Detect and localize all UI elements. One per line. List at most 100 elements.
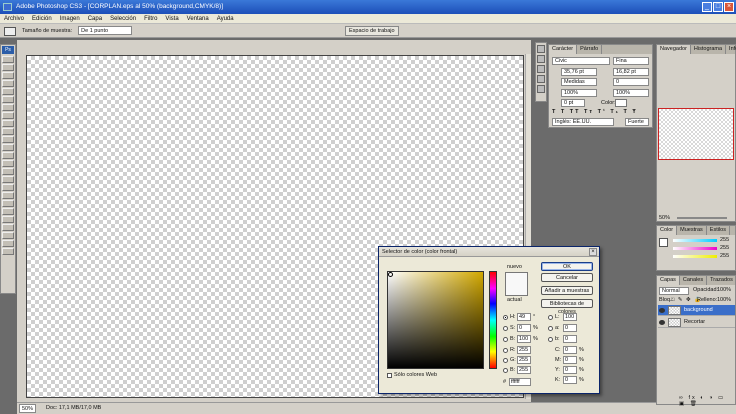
font-size-field[interactable]: 35,76 pt: [561, 68, 597, 76]
visibility-eye-icon[interactable]: [659, 320, 665, 325]
navigator-zoom[interactable]: 50%: [659, 215, 670, 221]
move-tool-icon[interactable]: [2, 56, 14, 63]
slice-tool-icon[interactable]: [2, 96, 14, 103]
zoom-field[interactable]: 50%: [19, 404, 37, 413]
g-field[interactable]: 255: [517, 356, 531, 364]
radio-l[interactable]: [548, 315, 553, 320]
zoom-tool-icon[interactable]: [2, 224, 14, 231]
leading-field[interactable]: 16,82 pt: [613, 68, 649, 76]
maximize-button[interactable]: □: [713, 2, 723, 12]
radio-blue[interactable]: [503, 368, 508, 373]
menu-edicion[interactable]: Edición: [32, 16, 52, 22]
menu-seleccion[interactable]: Selección: [110, 16, 136, 22]
tab-capas[interactable]: Capas: [657, 276, 680, 285]
baseline-shift-field[interactable]: 0 pt: [561, 99, 585, 107]
vertical-scale-field[interactable]: 100%: [561, 89, 597, 97]
menu-archivo[interactable]: Archivo: [4, 16, 24, 22]
radio-b[interactable]: [503, 337, 508, 342]
healing-brush-tool-icon[interactable]: [2, 104, 14, 111]
radio-s[interactable]: [503, 326, 508, 331]
navigator-zoom-slider[interactable]: [677, 217, 727, 219]
cyan-slider[interactable]: [673, 239, 717, 242]
color-libraries-button[interactable]: Bibliotecas de colores: [541, 299, 593, 315]
character-icon[interactable]: [537, 75, 545, 83]
tab-trazados[interactable]: Trazados: [707, 276, 736, 285]
tab-info[interactable]: Info: [726, 45, 736, 54]
blend-mode-select[interactable]: Normal: [659, 287, 689, 295]
layer-row-recortar[interactable]: Recortar: [658, 317, 735, 328]
screen-mode-icon[interactable]: [2, 248, 14, 255]
tab-navegador[interactable]: Navegador: [657, 45, 691, 54]
quick-mask-icon[interactable]: [2, 240, 14, 247]
eyedropper-tool-icon[interactable]: [4, 27, 16, 36]
dialog-close-icon[interactable]: ×: [589, 248, 597, 256]
menu-ayuda[interactable]: Ayuda: [217, 16, 234, 22]
tracking-field[interactable]: 0: [613, 78, 649, 86]
menu-capa[interactable]: Capa: [88, 16, 102, 22]
tab-canales[interactable]: Canales: [680, 276, 708, 285]
blue-field[interactable]: 255: [517, 366, 531, 374]
text-color-swatch[interactable]: [615, 99, 627, 107]
fill-value[interactable]: 100%: [717, 297, 731, 303]
menu-vista[interactable]: Vista: [165, 16, 178, 22]
notes-tool-icon[interactable]: [2, 200, 14, 207]
k-field[interactable]: 0: [563, 376, 577, 384]
radio-g[interactable]: [503, 358, 508, 363]
add-to-swatches-button[interactable]: Añadir a muestras: [541, 286, 593, 295]
workspace-button[interactable]: Espacio de trabajo: [345, 26, 399, 36]
hue-slider[interactable]: [489, 271, 497, 369]
kerning-select[interactable]: Medidas: [561, 78, 597, 86]
y-field[interactable]: 0: [563, 366, 577, 374]
hand-tool-icon[interactable]: [2, 216, 14, 223]
pen-tool-icon[interactable]: [2, 168, 14, 175]
tool-presets-icon[interactable]: [537, 55, 545, 63]
web-colors-checkbox[interactable]: [387, 373, 392, 378]
navigator-thumbnail[interactable]: [658, 108, 734, 160]
ok-button[interactable]: OK: [541, 262, 593, 271]
l-field[interactable]: 100: [563, 313, 577, 321]
gradient-tool-icon[interactable]: [2, 144, 14, 151]
clone-stamp-tool-icon[interactable]: [2, 120, 14, 127]
marquee-tool-icon[interactable]: [2, 64, 14, 71]
tab-parrafo[interactable]: Párrafo: [577, 45, 603, 54]
brush-tool-icon[interactable]: [2, 112, 14, 119]
lasso-tool-icon[interactable]: [2, 72, 14, 79]
path-selection-tool-icon[interactable]: [2, 184, 14, 191]
menu-filtro[interactable]: Filtro: [144, 16, 157, 22]
m-field[interactable]: 0: [563, 356, 577, 364]
dodge-tool-icon[interactable]: [2, 160, 14, 167]
r-field[interactable]: 255: [517, 346, 531, 354]
close-button[interactable]: ×: [724, 2, 734, 12]
s-field[interactable]: 0: [517, 324, 531, 332]
layers-bottom-buttons[interactable]: ∞ fx ◐ ◑ ▭ ▣ 🗑: [679, 395, 735, 407]
crop-tool-icon[interactable]: [2, 88, 14, 95]
radio-lab-b[interactable]: [548, 337, 553, 342]
tab-muestras[interactable]: Muestras: [677, 226, 707, 235]
foreground-background-color-icon[interactable]: [2, 232, 14, 239]
brushes-icon[interactable]: [537, 45, 545, 53]
history-brush-tool-icon[interactable]: [2, 128, 14, 135]
language-select[interactable]: Inglés: EE.UU.: [552, 118, 614, 126]
layer-comps-icon[interactable]: [537, 65, 545, 73]
blur-tool-icon[interactable]: [2, 152, 14, 159]
a-field[interactable]: 0: [563, 324, 577, 332]
hex-field[interactable]: ffffff: [509, 378, 531, 386]
lab-b-field[interactable]: 0: [563, 335, 577, 343]
opacity-value[interactable]: 100%: [717, 287, 731, 293]
tab-color[interactable]: Color: [657, 226, 678, 235]
radio-h[interactable]: [503, 315, 508, 320]
h-field[interactable]: 49: [517, 313, 531, 321]
eyedropper-tool-icon-2[interactable]: [2, 208, 14, 215]
magic-wand-tool-icon[interactable]: [2, 80, 14, 87]
minimize-button[interactable]: _: [702, 2, 712, 12]
radio-a[interactable]: [548, 326, 553, 331]
paragraph-icon[interactable]: [537, 85, 545, 93]
tab-estilos[interactable]: Estilos: [707, 226, 730, 235]
menu-imagen[interactable]: Imagen: [60, 16, 80, 22]
yellow-slider[interactable]: [673, 255, 717, 258]
saturation-brightness-field[interactable]: [387, 271, 484, 369]
shape-tool-icon[interactable]: [2, 192, 14, 199]
horizontal-scale-field[interactable]: 100%: [613, 89, 649, 97]
tab-histograma[interactable]: Histograma: [691, 45, 727, 54]
c-field[interactable]: 0: [563, 346, 577, 354]
